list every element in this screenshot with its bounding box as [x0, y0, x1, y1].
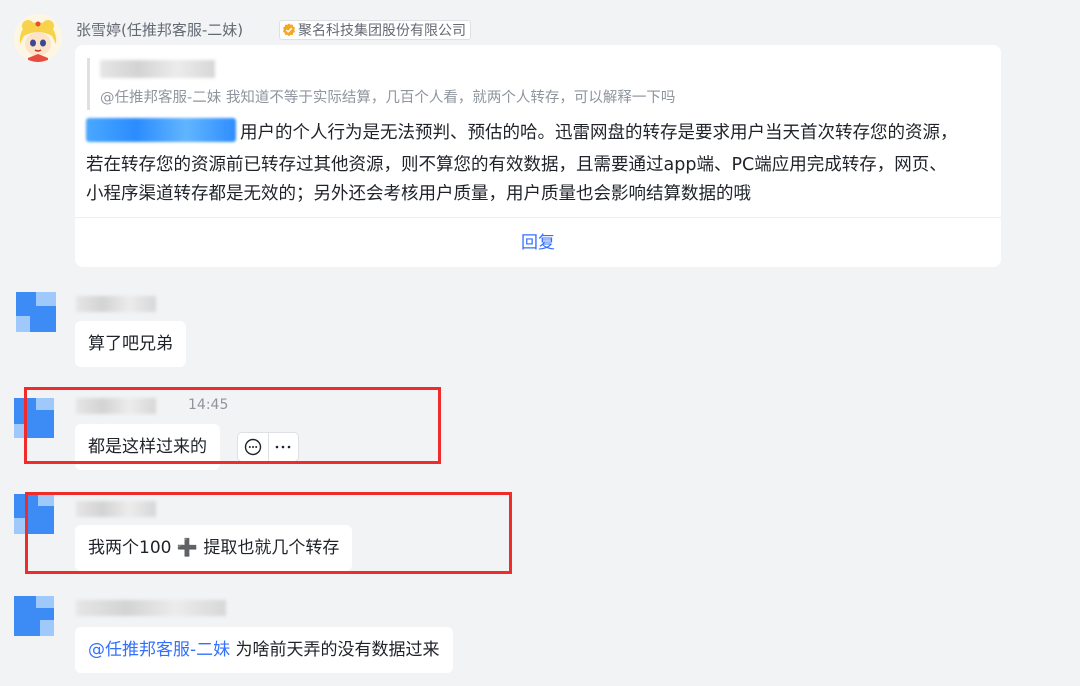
reply-button[interactable]: 回复 — [75, 220, 1001, 266]
highlight-box — [25, 492, 512, 574]
message-body-line-3: 小程序渠道转存都是无效的；另外还会考核用户质量，用户质量也会影响结算数据的哦 — [86, 184, 751, 204]
message-bubble[interactable]: @任推邦客服-二妹 为啥前天弄的没有数据过来 — [75, 627, 453, 673]
avatar[interactable] — [14, 14, 62, 62]
quote-author-blurred — [100, 60, 215, 78]
message-body-line-2: 若在转存您的资源前已转存过其他资源，则不算您的有效数据，且需要通过app端、PC… — [86, 155, 947, 175]
avatar[interactable] — [14, 596, 54, 636]
quote-bar — [87, 58, 90, 110]
quote-text[interactable]: @任推邦客服-二妹 我知道不等于实际结算，几百个人看，就两个人转存，可以解释一下… — [100, 86, 675, 107]
message-body-line-1: 用户的个人行为是无法预判、预估的哈。迅雷网盘的转存是要求用户当天首次转存您的资源… — [240, 123, 958, 143]
avatar[interactable] — [16, 292, 56, 332]
message-text: 为啥前天弄的没有数据过来 — [230, 640, 440, 660]
sender-name-blurred — [76, 296, 156, 312]
verified-badge-icon — [282, 23, 296, 37]
sender-name[interactable]: 张雪婷(任推邦客服-二妹) — [76, 19, 243, 40]
mention-link[interactable]: @任推邦客服-二妹 — [88, 640, 230, 660]
mention-blurred[interactable] — [86, 118, 236, 142]
message-bubble[interactable]: 算了吧兄弟 — [75, 321, 186, 367]
company-name: 聚名科技集团股份有限公司 — [298, 23, 466, 39]
company-tag: 聚名科技集团股份有限公司 — [279, 20, 471, 40]
card-divider — [75, 217, 1001, 218]
sender-name-blurred — [76, 600, 226, 616]
highlight-box — [24, 387, 441, 464]
